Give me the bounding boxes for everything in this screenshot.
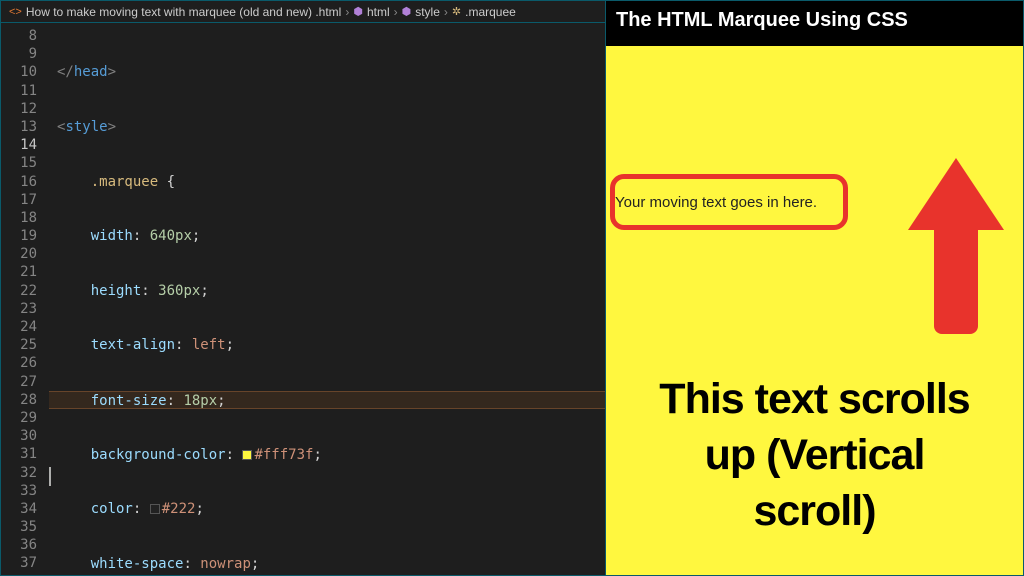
line-number: 8 bbox=[1, 27, 37, 45]
line-number: 35 bbox=[1, 518, 37, 536]
breadcrumb-file[interactable]: How to make moving text with marquee (ol… bbox=[26, 5, 341, 19]
preview-pane: The HTML Marquee Using CSS Your moving t… bbox=[606, 1, 1023, 575]
breadcrumb-sep: › bbox=[345, 5, 349, 19]
line-number: 19 bbox=[1, 227, 37, 245]
line-number: 31 bbox=[1, 445, 37, 463]
editor-pane: <> How to make moving text with marquee … bbox=[1, 1, 606, 575]
line-number: 13 bbox=[1, 118, 37, 136]
line-number: 21 bbox=[1, 263, 37, 281]
line-number: 34 bbox=[1, 500, 37, 518]
line-number: 16 bbox=[1, 173, 37, 191]
marquee-text: Your moving text goes in here. bbox=[615, 194, 817, 211]
file-icon: <> bbox=[9, 6, 22, 18]
line-number: 30 bbox=[1, 427, 37, 445]
line-number: 33 bbox=[1, 482, 37, 500]
line-number: 18 bbox=[1, 209, 37, 227]
active-line[interactable]: font-size: 18px; bbox=[49, 391, 605, 409]
selector-icon: ✲ bbox=[452, 5, 461, 18]
line-number: 17 bbox=[1, 191, 37, 209]
color-swatch-icon[interactable] bbox=[242, 450, 252, 460]
arrow-up-icon bbox=[911, 158, 1001, 338]
cursor-icon bbox=[49, 467, 51, 486]
marquee-highlight-box: Your moving text goes in here. bbox=[610, 174, 848, 230]
breadcrumb-html[interactable]: html bbox=[367, 5, 390, 19]
line-number: 22 bbox=[1, 282, 37, 300]
code-editor[interactable]: </head> <style> .marquee { width: 640px;… bbox=[49, 23, 605, 575]
line-number: 29 bbox=[1, 409, 37, 427]
style-icon: ⬢ bbox=[402, 5, 412, 18]
line-number: 23 bbox=[1, 300, 37, 318]
breadcrumb-sep: › bbox=[394, 5, 398, 19]
breadcrumb-selector[interactable]: .marquee bbox=[465, 5, 516, 19]
line-number: 24 bbox=[1, 318, 37, 336]
line-number: 20 bbox=[1, 245, 37, 263]
line-number: 14 bbox=[1, 136, 37, 154]
line-number: 27 bbox=[1, 373, 37, 391]
line-number: 26 bbox=[1, 354, 37, 372]
line-number: 15 bbox=[1, 154, 37, 172]
line-number: 36 bbox=[1, 536, 37, 554]
line-number-gutter: 8910111213141516171819202122232425262728… bbox=[1, 23, 49, 575]
breadcrumb-style[interactable]: style bbox=[415, 5, 440, 19]
line-number: 25 bbox=[1, 336, 37, 354]
breadcrumb-sep: › bbox=[444, 5, 448, 19]
html-icon: ⬢ bbox=[353, 5, 363, 18]
line-number: 9 bbox=[1, 45, 37, 63]
line-number: 28 bbox=[1, 391, 37, 409]
line-number: 32 bbox=[1, 464, 37, 482]
line-number: 11 bbox=[1, 82, 37, 100]
line-number: 37 bbox=[1, 554, 37, 572]
color-swatch-icon[interactable] bbox=[150, 504, 160, 514]
breadcrumb[interactable]: <> How to make moving text with marquee … bbox=[1, 1, 605, 23]
line-number: 12 bbox=[1, 100, 37, 118]
preview-title: The HTML Marquee Using CSS bbox=[606, 1, 1023, 46]
preview-body: Your moving text goes in here. This text… bbox=[606, 46, 1023, 575]
line-number: 10 bbox=[1, 63, 37, 81]
code-area: 8910111213141516171819202122232425262728… bbox=[1, 23, 605, 575]
annotation-caption: This text scrolls up (Vertical scroll) bbox=[606, 372, 1023, 540]
